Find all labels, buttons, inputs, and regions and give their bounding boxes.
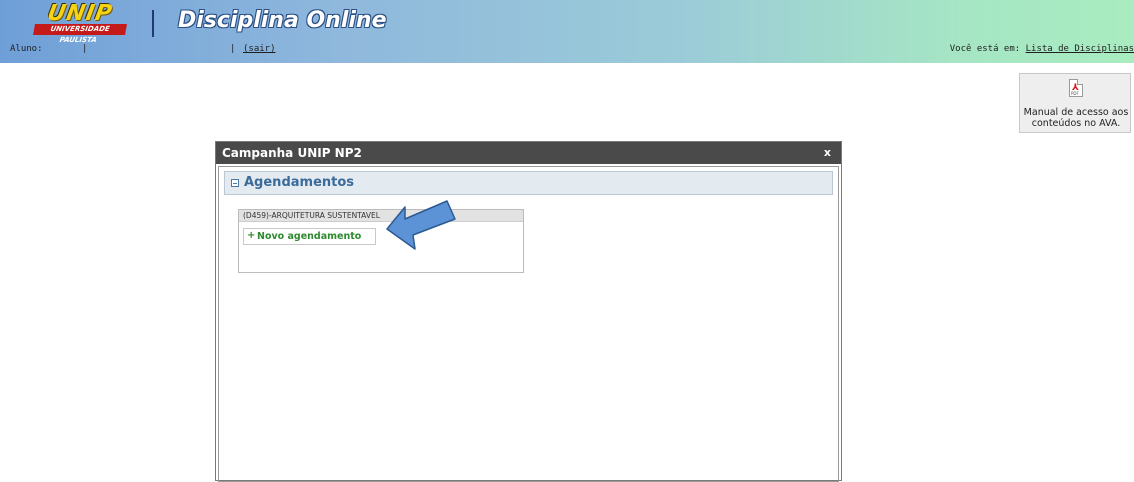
breadcrumb-prefix: Você está em: xyxy=(949,44,1021,54)
modal-title: Campanha UNIP NP2 xyxy=(222,146,362,160)
logout-link[interactable]: (sair) xyxy=(243,44,276,54)
plus-icon: + xyxy=(247,230,256,241)
section-title: Agendamentos xyxy=(244,175,355,190)
aluno-separator: | xyxy=(82,44,88,54)
novo-agendamento-button[interactable]: + Novo agendamento xyxy=(243,228,376,245)
novo-agendamento-label: Novo agendamento xyxy=(257,231,362,242)
sair-separator: | xyxy=(230,44,236,54)
card-header: (D459)-ARQUITETURA SUSTENTAVEL xyxy=(239,210,523,222)
breadcrumb: Você está em: Lista de Disciplinas xyxy=(950,44,1134,54)
manual-download-button[interactable]: ⅄ PDF Manual de acesso aos conteúdos no … xyxy=(1019,73,1131,133)
manual-button-label: Manual de acesso aos conteúdos no AVA. xyxy=(1023,107,1129,129)
pointer-arrow-icon xyxy=(386,200,456,250)
aluno-label: Aluno: xyxy=(10,44,43,54)
top-header: UNIP UNIVERSIDADE PAULISTA Disciplina On… xyxy=(0,0,1134,63)
pdf-icon-label: PDF xyxy=(1071,91,1079,96)
discipline-card: (D459)-ARQUITETURA SUSTENTAVEL + Novo ag… xyxy=(238,209,524,273)
modal-titlebar: Campanha UNIP NP2 x xyxy=(216,142,841,164)
campanha-modal: Campanha UNIP NP2 x Agendamentos (D459)-… xyxy=(215,141,842,482)
app-title: Disciplina Online xyxy=(178,8,387,33)
unip-logo[interactable]: UNIP UNIVERSIDADE PAULISTA xyxy=(32,1,128,44)
modal-close-button[interactable]: x xyxy=(824,146,831,159)
pdf-icon: ⅄ PDF xyxy=(1069,79,1083,97)
collapse-toggle-icon[interactable] xyxy=(231,179,239,187)
logo-text: UNIP xyxy=(45,1,115,26)
discipline-title: (D459)-ARQUITETURA SUSTENTAVEL xyxy=(243,211,380,220)
agendamentos-section-header[interactable]: Agendamentos xyxy=(224,171,833,195)
logo-tagline: UNIVERSIDADE PAULISTA xyxy=(33,24,127,44)
header-divider xyxy=(152,10,154,37)
breadcrumb-link-disciplinas[interactable]: Lista de Disciplinas xyxy=(1026,44,1134,54)
modal-content: Agendamentos (D459)-ARQUITETURA SUSTENTA… xyxy=(218,166,839,482)
